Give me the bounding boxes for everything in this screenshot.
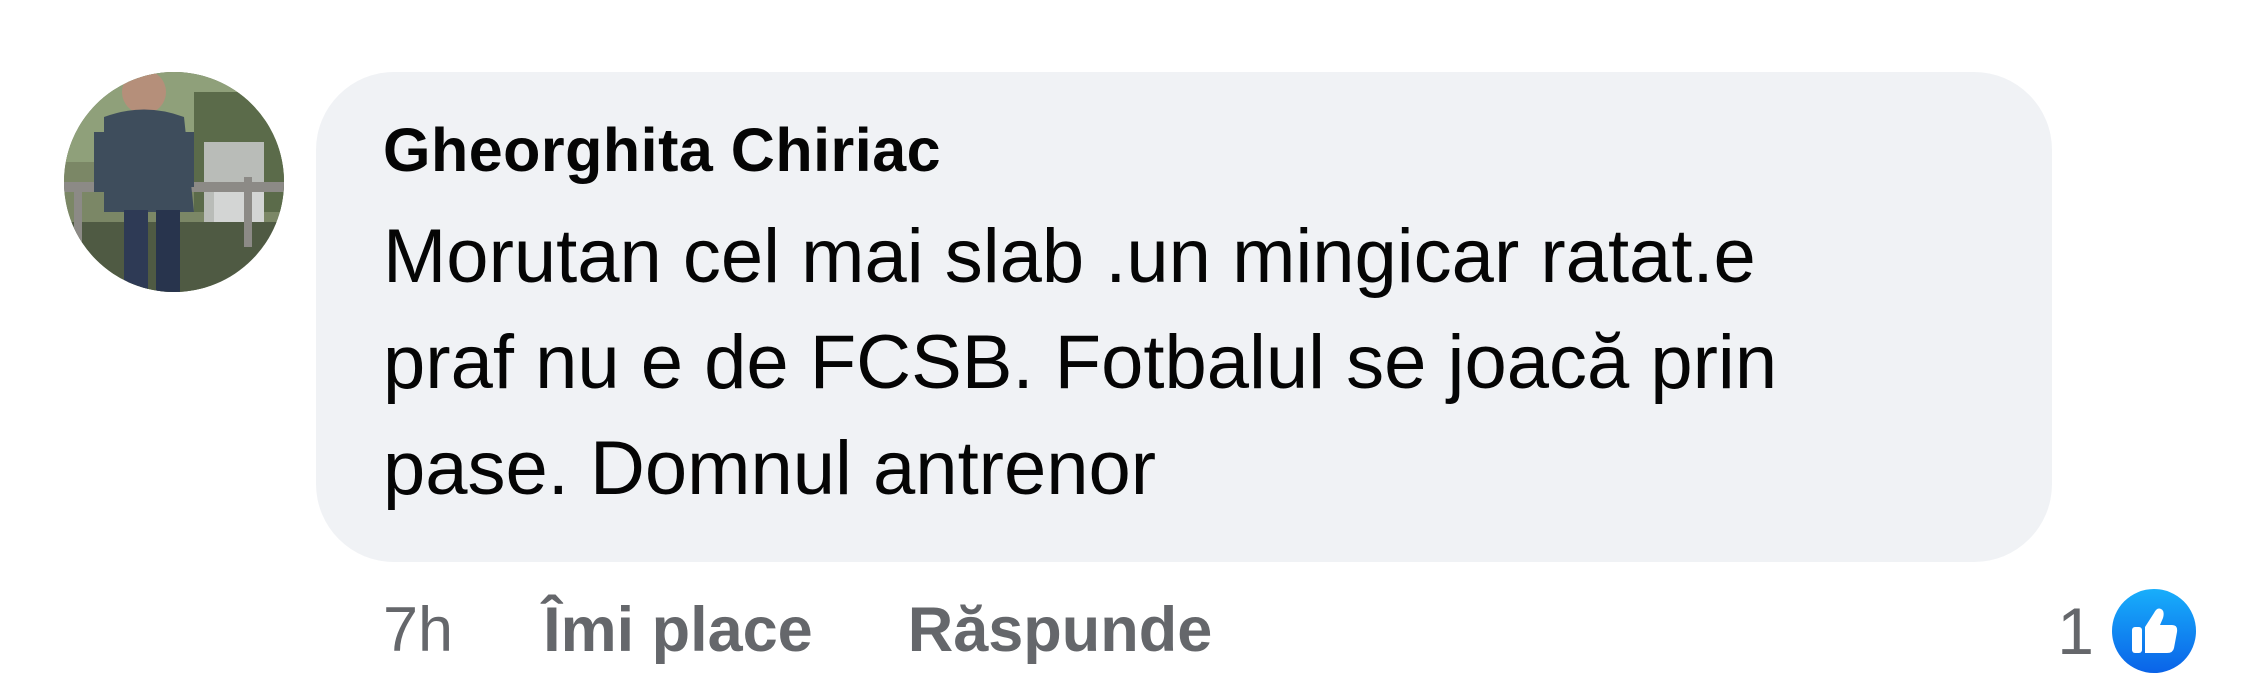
comment-actions: 7h Îmi place Răspunde xyxy=(383,595,1212,665)
avatar-photo xyxy=(64,72,284,292)
comment-timestamp[interactable]: 7h xyxy=(383,594,453,666)
comment-author[interactable]: Gheorghita Chiriac xyxy=(383,120,1988,181)
reaction-count: 1 xyxy=(2057,594,2094,668)
comment-text: Morutan cel mai slab .un mingicar ratat.… xyxy=(383,214,1778,511)
reactions-summary[interactable]: 1 xyxy=(2057,583,2200,679)
like-button[interactable]: Îmi place xyxy=(543,594,813,666)
like-thumb-icon xyxy=(2109,586,2199,676)
reply-button[interactable]: Răspunde xyxy=(908,594,1213,666)
avatar[interactable] xyxy=(64,72,284,292)
comment-bubble: Gheorghita Chiriac Morutan cel mai slab … xyxy=(316,72,2052,562)
